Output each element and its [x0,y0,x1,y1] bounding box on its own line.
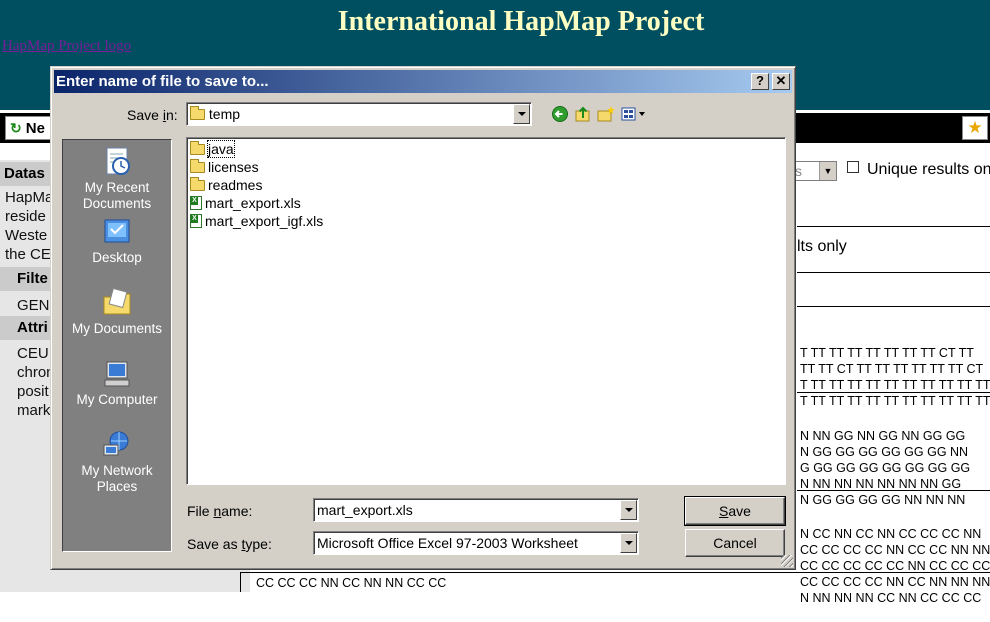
folder-icon [190,106,205,120]
close-button[interactable]: ✕ [772,73,790,90]
save-as-type-dropdown[interactable]: Microsoft Office Excel 97-2003 Worksheet [313,531,639,555]
divider [797,226,990,227]
save-in-label: Save in: [127,107,178,123]
recent-documents-icon [106,147,130,175]
excel-file-icon [190,196,202,210]
file-name-field[interactable]: mart_export.xls [313,498,639,522]
results-only-label: lts only [797,238,847,255]
save-as-type-label: Save as type: [187,536,272,552]
chevron-down-icon: ▼ [819,162,836,180]
save-in-dropdown[interactable]: temp [186,102,532,126]
help-button[interactable]: ? [751,73,769,90]
new-folder-icon[interactable] [597,105,615,123]
genotype-block-3: N CC NN CC NN CC CC CC NN CC CC CC CC NN … [800,527,990,605]
list-item[interactable]: java [190,140,235,158]
up-folder-icon[interactable] [574,105,592,123]
save-file-dialog: Enter name of file to save to... ? ✕ Sav… [50,66,796,570]
save-button[interactable]: Save [684,496,786,526]
list-item[interactable]: mart_export.xls [190,195,301,212]
chevron-down-icon[interactable] [620,500,637,520]
divider [797,272,990,273]
chevron-down-icon[interactable] [620,533,637,553]
genotype-row: CC CC CC NN CC NN NN CC CC [240,572,990,592]
divider [797,392,990,393]
star-icon[interactable]: ★ [962,116,988,140]
list-item[interactable]: mart_export_igf.xls [190,213,323,230]
desktop-icon [104,219,130,243]
place-my-network-places[interactable]: My Network Places [63,429,171,495]
divider [797,490,990,491]
list-item[interactable]: licenses [190,159,259,176]
place-my-computer[interactable]: My Computer [63,358,171,408]
my-computer-icon [104,361,130,387]
divider [797,306,990,307]
place-recent-documents[interactable]: My Recent Documents [63,146,171,212]
folder-icon [190,177,205,191]
network-places-icon [103,431,129,456]
dialog-titlebar[interactable]: Enter name of file to save to... ? ✕ [54,70,792,93]
folder-icon [190,141,205,155]
unique-results-checkbox[interactable]: Unique results only [847,161,990,179]
places-bar: My Recent Documents Desktop My Documents [62,139,172,552]
dataset-description: HapMa reside Weste the CE [5,189,54,263]
place-desktop[interactable]: Desktop [63,216,171,266]
dialog-title: Enter name of file to save to... [56,73,269,90]
resize-grip[interactable] [781,555,793,567]
place-my-documents[interactable]: My Documents [63,287,171,337]
back-icon[interactable] [551,105,569,123]
list-item[interactable]: readmes [190,177,262,194]
my-documents-icon [103,287,131,315]
attribute-summary: CEU chron posit mark [17,345,55,419]
chevron-down-icon[interactable] [513,104,530,124]
cancel-button[interactable]: Cancel [685,529,785,557]
excel-file-icon [190,214,202,228]
export-format-select[interactable]: s ▼ [792,161,837,181]
folder-icon [190,159,205,173]
filter-summary: GEN [17,297,50,314]
page-title: International HapMap Project [337,6,705,37]
file-name-label: File name: [187,503,253,519]
view-menu-icon[interactable] [620,105,650,123]
refresh-icon: ↻ [10,120,22,136]
hapmap-logo-link[interactable]: HapMap Project logo [2,38,131,55]
file-list[interactable]: java licenses readmes mart_export.xls ma… [186,137,786,485]
